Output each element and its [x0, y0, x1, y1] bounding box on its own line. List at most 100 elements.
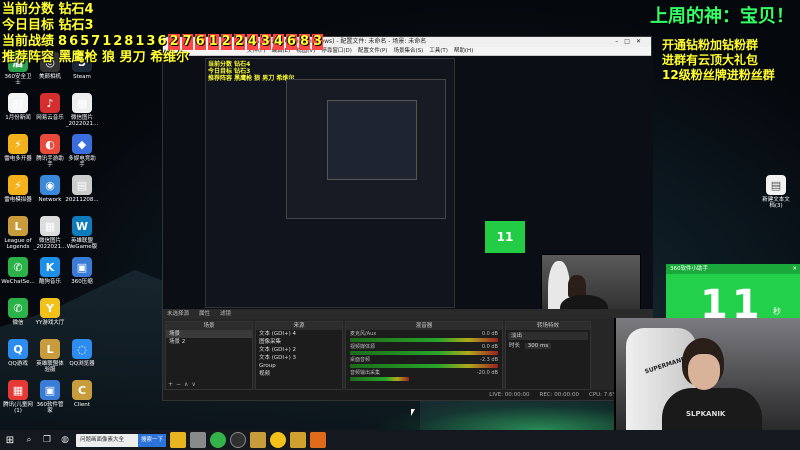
- image-icon: ▦: [40, 216, 60, 236]
- desktop-icon-label: League of Legends: [4, 238, 32, 250]
- desktop-icon[interactable]: ✆ 微信: [2, 298, 34, 339]
- wechat-icon[interactable]: [210, 432, 226, 448]
- obs-preview[interactable]: 当前分数 钻石4 今日目标 钻石3 推荐阵容 黑鹰枪 狼 男刀 希维尔 11: [163, 56, 653, 309]
- app-icon[interactable]: [310, 432, 326, 448]
- desktop-icon[interactable]: ▣ 360压缩: [66, 257, 98, 298]
- volume-meter[interactable]: [350, 338, 498, 342]
- file-explorer-icon[interactable]: [170, 432, 186, 448]
- client-icon: C: [72, 380, 92, 400]
- desktop-icon[interactable]: ▤ 20211208...: [65, 175, 99, 216]
- duration-input[interactable]: 300 ms: [524, 343, 552, 349]
- daily-goal-text: 今日目标 钻石3: [2, 18, 94, 33]
- task-view-icon[interactable]: ❐: [38, 431, 56, 449]
- taskbar-search-box[interactable]: 问题画面像素大全 搜索一下: [76, 433, 166, 447]
- mixer-channel[interactable]: 视频媒体源 0.0 dB: [346, 343, 502, 356]
- mixer-dock-title: 混音器: [346, 322, 502, 330]
- desktop-icon[interactable]: ▣ 360软件管家: [34, 380, 66, 421]
- source-item[interactable]: 文本 (GDI+) 3: [256, 354, 342, 362]
- desktop-icon[interactable]: ⚡ 雷电模拟器: [2, 175, 34, 216]
- timer-title-bar[interactable]: 360软件小助手 ✕: [666, 264, 800, 274]
- lol-icon: L: [8, 216, 28, 236]
- desktop-icon[interactable]: ✆ WeChatSe...: [1, 257, 35, 298]
- search-button[interactable]: 搜索一下: [137, 433, 166, 447]
- menu-item[interactable]: 场景集合(S): [393, 47, 423, 55]
- desktop-icon[interactable]: ◐ 腾讯手游助手: [34, 134, 66, 175]
- source-item[interactable]: 视频: [256, 370, 342, 378]
- desktop-icon[interactable]: L 英雄联盟体验服: [34, 339, 66, 380]
- desktop-icon-label: 新建文本文档(3): [762, 197, 790, 209]
- desktop-icon[interactable]: W 英雄联盟 WeGame版: [66, 216, 98, 257]
- minimize-icon[interactable]: –: [615, 38, 624, 45]
- nested-timer: 11: [485, 221, 525, 253]
- desktop-icon[interactable]: ▦ 微信图片_2022021...: [34, 216, 66, 257]
- mixer-channel[interactable]: 音频输出采集 -20.0 dB: [346, 369, 502, 382]
- desktop-icon[interactable]: ◉ Network: [34, 175, 66, 216]
- browser-icon[interactable]: ◍: [56, 431, 74, 449]
- menu-item[interactable]: 帮助(H): [454, 47, 473, 55]
- nested-preview-screen: 当前分数 钻石4 今日目标 钻石3 推荐阵容 黑鹰枪 狼 男刀 希维尔: [205, 58, 455, 308]
- recent-record-row: 当前战绩 8657128136276122434683: [2, 34, 324, 50]
- desktop-icon[interactable]: Y YY游戏大厅: [34, 298, 66, 339]
- volume-meter[interactable]: [350, 377, 410, 381]
- menu-item[interactable]: 工具(T): [429, 47, 448, 55]
- record-digit: 7: [181, 34, 193, 50]
- desktop-icon-grid: 盾 360安全卫士 ◎ 美颜相机 S Steam ▤ 1月份新闻 ♪ 网易云音乐 ▦ 微信图片_202…: [1, 52, 99, 421]
- source-item[interactable]: 图像采集: [256, 338, 342, 346]
- menu-item[interactable]: 配置文件(P): [358, 47, 388, 55]
- desktop-icon-label: 腾讯(儿童网(1): [3, 402, 33, 414]
- mixer-channel[interactable]: 桌面音频 -2.3 dB: [346, 356, 502, 369]
- close-icon[interactable]: ✕: [636, 38, 647, 45]
- desktop-icon[interactable]: ▦ 微信图片_2022021...: [66, 93, 98, 134]
- record-digit: 6: [69, 34, 79, 49]
- scene-item[interactable]: 场景 2: [166, 338, 252, 346]
- scene-item[interactable]: 场景: [166, 330, 252, 338]
- lol-client-icon[interactable]: [250, 432, 266, 448]
- desktop-icon[interactable]: ♪ 网易云音乐: [34, 93, 66, 134]
- esports-icon: ◆: [72, 134, 92, 154]
- obs-status-bar: LIVE: 00:00:00 REC: 00:00:00 CPU: 7.6%, …: [163, 390, 653, 400]
- chrome-icon[interactable]: [270, 432, 286, 448]
- desktop-icon[interactable]: K 酷狗音乐: [34, 257, 66, 298]
- app-icon[interactable]: [190, 432, 206, 448]
- record-digit: 8: [124, 34, 134, 49]
- desktop-icon[interactable]: Q QQ游戏: [2, 339, 34, 380]
- volume-meter[interactable]: [350, 364, 498, 368]
- menu-item[interactable]: 停靠窗口(D): [321, 47, 352, 55]
- source-item[interactable]: Group: [256, 362, 342, 370]
- obs-window[interactable]: OBS 27.1.3 (64-bit, windows) - 配置文件: 未命名…: [162, 36, 653, 401]
- desktop-icon[interactable]: ▤ 1月份新闻: [2, 93, 34, 134]
- desktop-icon[interactable]: L League of Legends: [2, 216, 34, 257]
- desktop-icon[interactable]: C Client: [66, 380, 98, 421]
- windows-start-icon[interactable]: ⊞: [0, 430, 20, 450]
- desktop-icon-new-text-doc[interactable]: ▤ 新建文本文档(3): [760, 175, 792, 209]
- channel-name: 音频输出采集: [350, 370, 381, 376]
- desktop-icon[interactable]: ◆ 多娱电竞助手: [66, 134, 98, 175]
- filters-button[interactable]: 滤镜: [220, 309, 231, 319]
- record-digit: 6: [157, 34, 167, 49]
- maximize-icon[interactable]: □: [624, 38, 636, 45]
- desktop-icon[interactable]: ◌ QQ浏览器: [66, 339, 98, 380]
- desktop-icon[interactable]: ▦ 腾讯(儿童网(1): [2, 380, 34, 421]
- game-icon[interactable]: [290, 432, 306, 448]
- properties-button[interactable]: 属性: [199, 309, 210, 319]
- close-icon[interactable]: ✕: [792, 264, 797, 274]
- nested-head: [568, 275, 586, 297]
- record-digit: 3: [146, 34, 156, 49]
- network-icon: ◉: [40, 175, 60, 195]
- volume-meter[interactable]: [350, 351, 498, 355]
- transition-select[interactable]: 淡出: [508, 332, 588, 340]
- search-icon[interactable]: ⌕: [20, 431, 38, 449]
- desktop-icon-label: 网易云音乐: [36, 115, 64, 121]
- scene-controls[interactable]: +−∧∨: [168, 381, 199, 388]
- obs-icon[interactable]: [230, 432, 246, 448]
- record-digit: 1: [135, 34, 145, 49]
- desktop-icon-label: 360安全卫士: [4, 74, 32, 86]
- kugou-icon: K: [40, 257, 60, 277]
- source-item[interactable]: 文本 (GDI+) 2: [256, 346, 342, 354]
- mixer-channel[interactable]: 麦克风/Aux 0.0 dB: [346, 330, 502, 343]
- desktop-icon[interactable]: ⚡ 雷电多开器: [2, 134, 34, 175]
- desktop-icon-label: 美颜相机: [38, 74, 61, 80]
- desktop-icon: [66, 298, 98, 339]
- transitions-dock: 转场特效 淡出 时长 300 ms: [505, 321, 591, 390]
- source-item[interactable]: 文本 (GDI+) 4: [256, 330, 342, 338]
